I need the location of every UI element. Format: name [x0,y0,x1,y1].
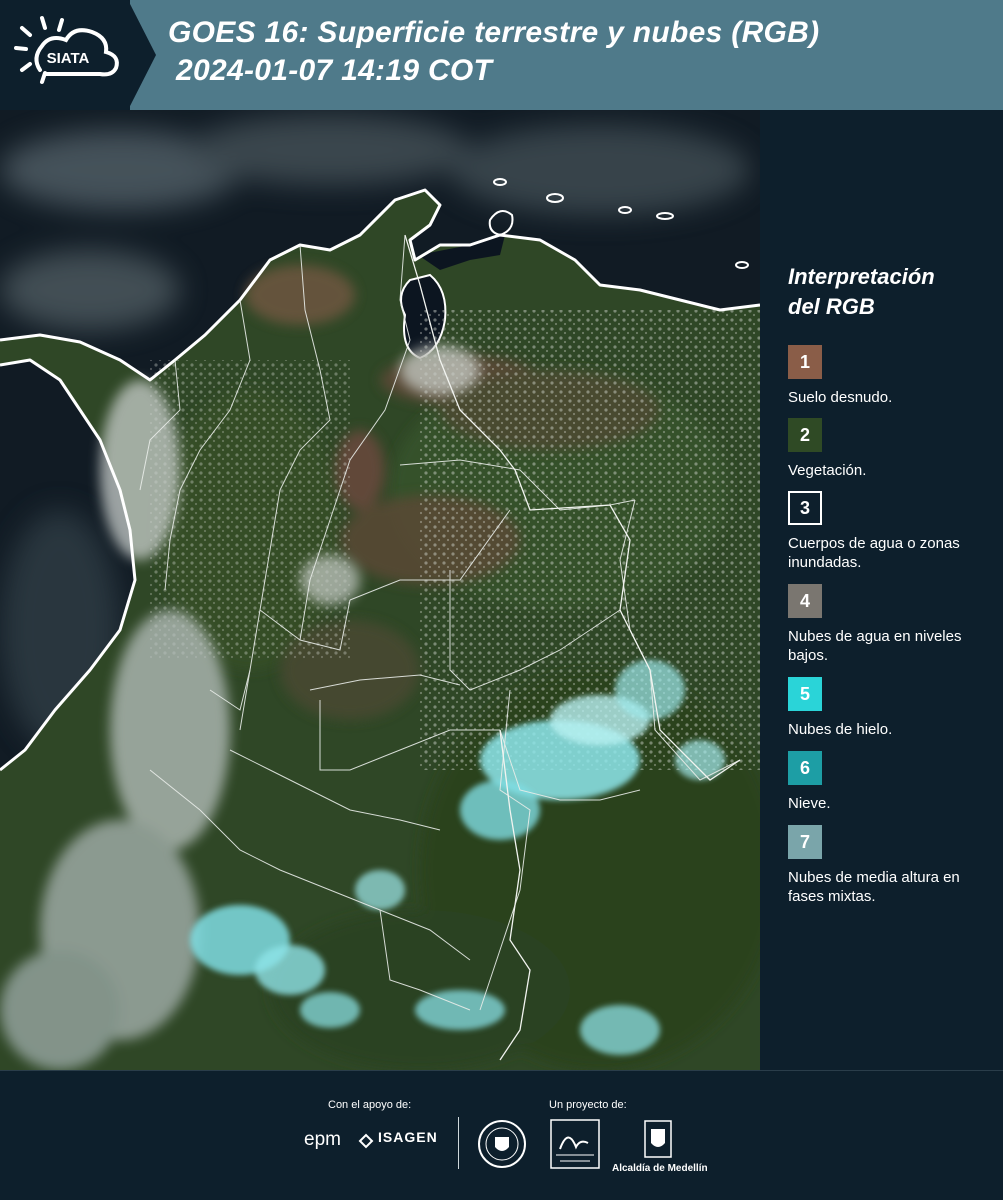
logo-chevron [128,0,156,110]
alcaldia-shield-icon [644,1120,672,1158]
logo-text: SIATA [47,50,90,67]
page-title: GOES 16: Superficie terrestre y nubes (R… [168,14,819,90]
support-label: Con el apoyo de: [328,1099,412,1111]
legend-item-bare-soil: 1 Suelo desnudo. [788,345,998,407]
legend-swatch: 5 [788,677,822,711]
legend-item-label: Cuerpos de agua o zonas inundadas. [788,535,960,571]
legend-item-label: Nieve. [788,795,831,812]
legend-item-snow: 6 Nieve. [788,751,998,813]
legend-item-low-water-clouds: 4 Nubes de agua en niveles bajos. [788,584,998,665]
legend-item-mid-clouds: 7 Nubes de media altura en fases mixtas. [788,825,998,906]
legend-title-line-1: Interpretación [788,264,935,289]
medellin-seal-icon [478,1120,526,1168]
area-metropolitana-logo-icon [550,1119,600,1169]
satellite-image [0,110,760,1070]
legend-item-label: Nubes de hielo. [788,721,893,738]
siata-logo-icon: SIATA [14,16,119,84]
title-line-2: 2024-01-07 14:19 COT [176,54,493,87]
legend-swatch: 1 [788,345,822,379]
legend-swatch: 7 [788,825,822,859]
legend-item-ice-clouds: 5 Nubes de hielo. [788,677,998,739]
epm-logo: epm [304,1129,341,1150]
isagen-mark-icon [358,1133,374,1149]
legend-swatch: 6 [788,751,822,785]
legend-item-water-bodies: 3 Cuerpos de agua o zonas inundadas. [788,491,998,572]
legend-swatch: 2 [788,418,822,452]
legend-panel: Interpretación del RGB 1 Suelo desnudo. … [760,110,1003,1070]
project-label: Un proyecto de: [549,1099,627,1111]
legend-title: Interpretación del RGB [788,262,935,322]
isagen-logo: ISAGEN [378,1129,438,1145]
footer-divider [458,1117,459,1169]
alcaldia-label: Alcaldía de Medellín [612,1163,708,1174]
footer: Con el apoyo de: Un proyecto de: epm ISA… [0,1070,1003,1200]
legend-item-label: Suelo desnudo. [788,389,893,406]
legend-item-label: Vegetación. [788,462,867,479]
header-bar: SIATA GOES 16: Superficie terrestre y nu… [0,0,1003,110]
legend-title-line-2: del RGB [788,294,875,319]
legend-item-vegetation: 2 Vegetación. [788,418,998,480]
legend-item-label: Nubes de agua en niveles bajos. [788,628,962,664]
legend-swatch: 3 [788,491,822,525]
legend-swatch: 4 [788,584,822,618]
title-line-1: GOES 16: Superficie terrestre y nubes (R… [168,16,820,49]
legend-item-label: Nubes de media altura en fases mixtas. [788,869,960,905]
